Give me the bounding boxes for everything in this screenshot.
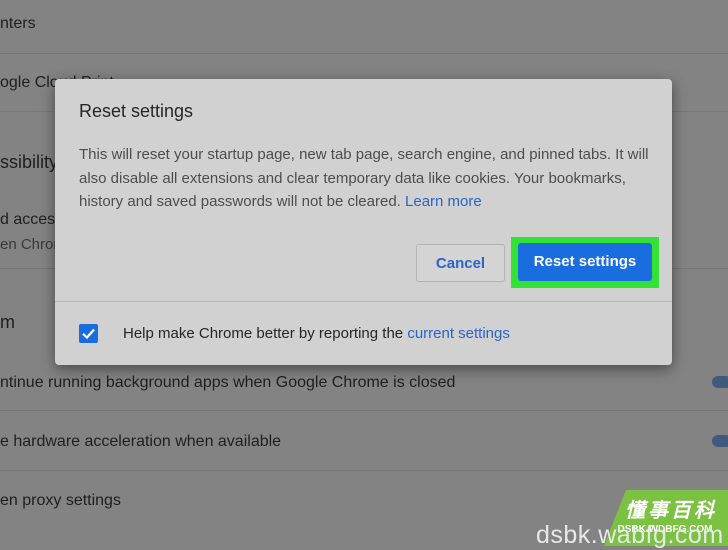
section-heading: ssibility xyxy=(0,152,59,172)
report-settings-label: Help make Chrome better by reporting the… xyxy=(123,325,510,342)
dialog-description: This will reset your startup page, new t… xyxy=(79,143,654,214)
cancel-button[interactable]: Cancel xyxy=(416,244,505,282)
settings-row-printers[interactable]: nters xyxy=(0,0,728,54)
reset-settings-button[interactable]: Reset settings xyxy=(518,243,652,281)
dialog-divider xyxy=(55,301,672,302)
dialog-body-text: This will reset your startup page, new t… xyxy=(79,146,649,210)
reset-button-highlight: Reset settings xyxy=(511,237,659,288)
dialog-title: Reset settings xyxy=(79,101,194,121)
learn-more-link[interactable]: Learn more xyxy=(405,193,482,210)
report-settings-text: Help make Chrome better by reporting the xyxy=(123,325,404,342)
hardware-acceleration-toggle[interactable] xyxy=(712,435,728,447)
report-settings-checkbox[interactable] xyxy=(79,324,98,343)
current-settings-link[interactable]: current settings xyxy=(407,325,510,342)
checkmark-icon xyxy=(82,328,95,340)
settings-row-label: d access xyxy=(0,211,64,228)
section-heading: m xyxy=(0,312,15,332)
settings-row-label: e hardware acceleration when available xyxy=(0,433,282,450)
reset-settings-dialog: Reset settings This will reset your star… xyxy=(55,79,672,365)
settings-row-label: en proxy settings xyxy=(0,492,121,509)
watermark-title: 懂事百科 xyxy=(625,500,717,522)
settings-row-label: ntinue running background apps when Goog… xyxy=(0,374,456,391)
settings-row-hardware-acceleration[interactable]: e hardware acceleration when available xyxy=(0,411,728,471)
background-apps-toggle[interactable] xyxy=(712,376,728,388)
settings-row-label: nters xyxy=(0,15,36,32)
